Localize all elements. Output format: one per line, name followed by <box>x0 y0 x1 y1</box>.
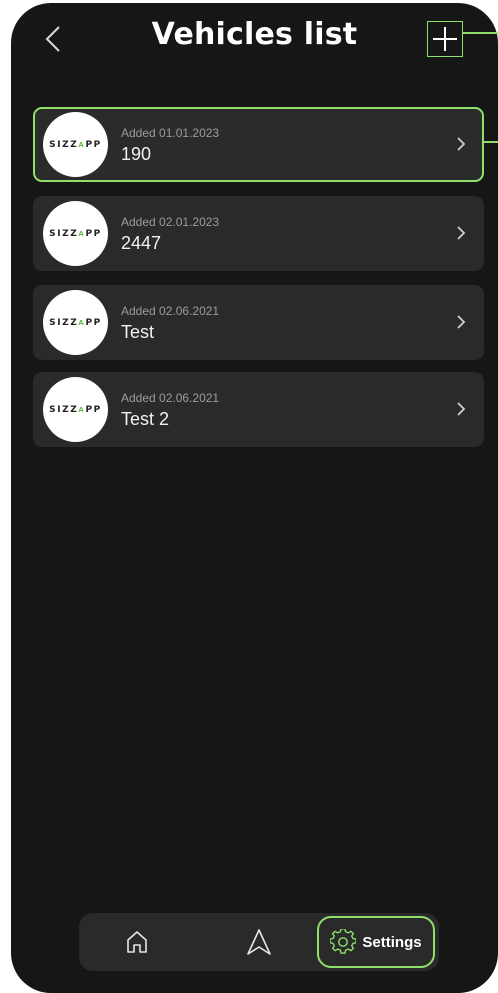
vehicle-logo: SIZZAPP <box>43 112 108 177</box>
vehicle-name: 190 <box>121 144 152 164</box>
vehicle-name: Test <box>121 322 155 342</box>
chevron-right-icon <box>457 402 466 416</box>
gear-icon <box>330 929 357 954</box>
vehicle-added-date: Added 01.01.2023 <box>121 126 220 140</box>
vehicle-logo: SIZZAPP <box>43 377 108 442</box>
page-title: Vehicles list <box>151 17 358 52</box>
vehicle-item[interactable]: SIZZAPP Added 01.01.2023 190 <box>33 107 484 182</box>
vehicle-item[interactable]: SIZZAPP Added 02.01.2023 2447 <box>33 196 484 271</box>
add-vehicle-button[interactable] <box>427 21 463 57</box>
navigation-arrow-icon <box>247 929 271 955</box>
tab-navigate[interactable] <box>229 913 289 971</box>
vehicle-logo: SIZZAPP <box>43 201 108 266</box>
vehicle-added-date: Added 02.01.2023 <box>121 215 220 229</box>
tab-settings-label: Settings <box>362 933 422 951</box>
vehicle-name: Test 2 <box>121 409 170 429</box>
app-screen: Vehicles list SIZZAPP Added 01.01.2023 1… <box>11 3 498 993</box>
logo-text: SIZZAPP <box>49 139 102 150</box>
home-icon <box>127 931 147 953</box>
callout-line <box>463 32 498 34</box>
tab-home[interactable] <box>107 913 167 971</box>
chevron-right-icon <box>457 226 466 240</box>
plus-icon <box>433 27 457 51</box>
chevron-right-icon <box>457 137 466 151</box>
vehicle-added-date: Added 02.06.2021 <box>121 391 220 405</box>
logo-text: SIZZAPP <box>49 228 102 239</box>
logo-text: SIZZAPP <box>49 404 102 415</box>
tab-settings[interactable]: Settings <box>317 916 435 968</box>
bottom-tab-bar: Settings <box>79 913 439 971</box>
vehicle-logo: SIZZAPP <box>43 290 108 355</box>
logo-text: SIZZAPP <box>49 317 102 328</box>
chevron-right-icon <box>457 315 466 329</box>
vehicle-item[interactable]: SIZZAPP Added 02.06.2021 Test <box>33 285 484 360</box>
vehicle-added-date: Added 02.06.2021 <box>121 304 220 318</box>
vehicle-name: 2447 <box>121 233 162 253</box>
vehicle-item[interactable]: SIZZAPP Added 02.06.2021 Test 2 <box>33 372 484 447</box>
callout-line <box>482 141 498 143</box>
